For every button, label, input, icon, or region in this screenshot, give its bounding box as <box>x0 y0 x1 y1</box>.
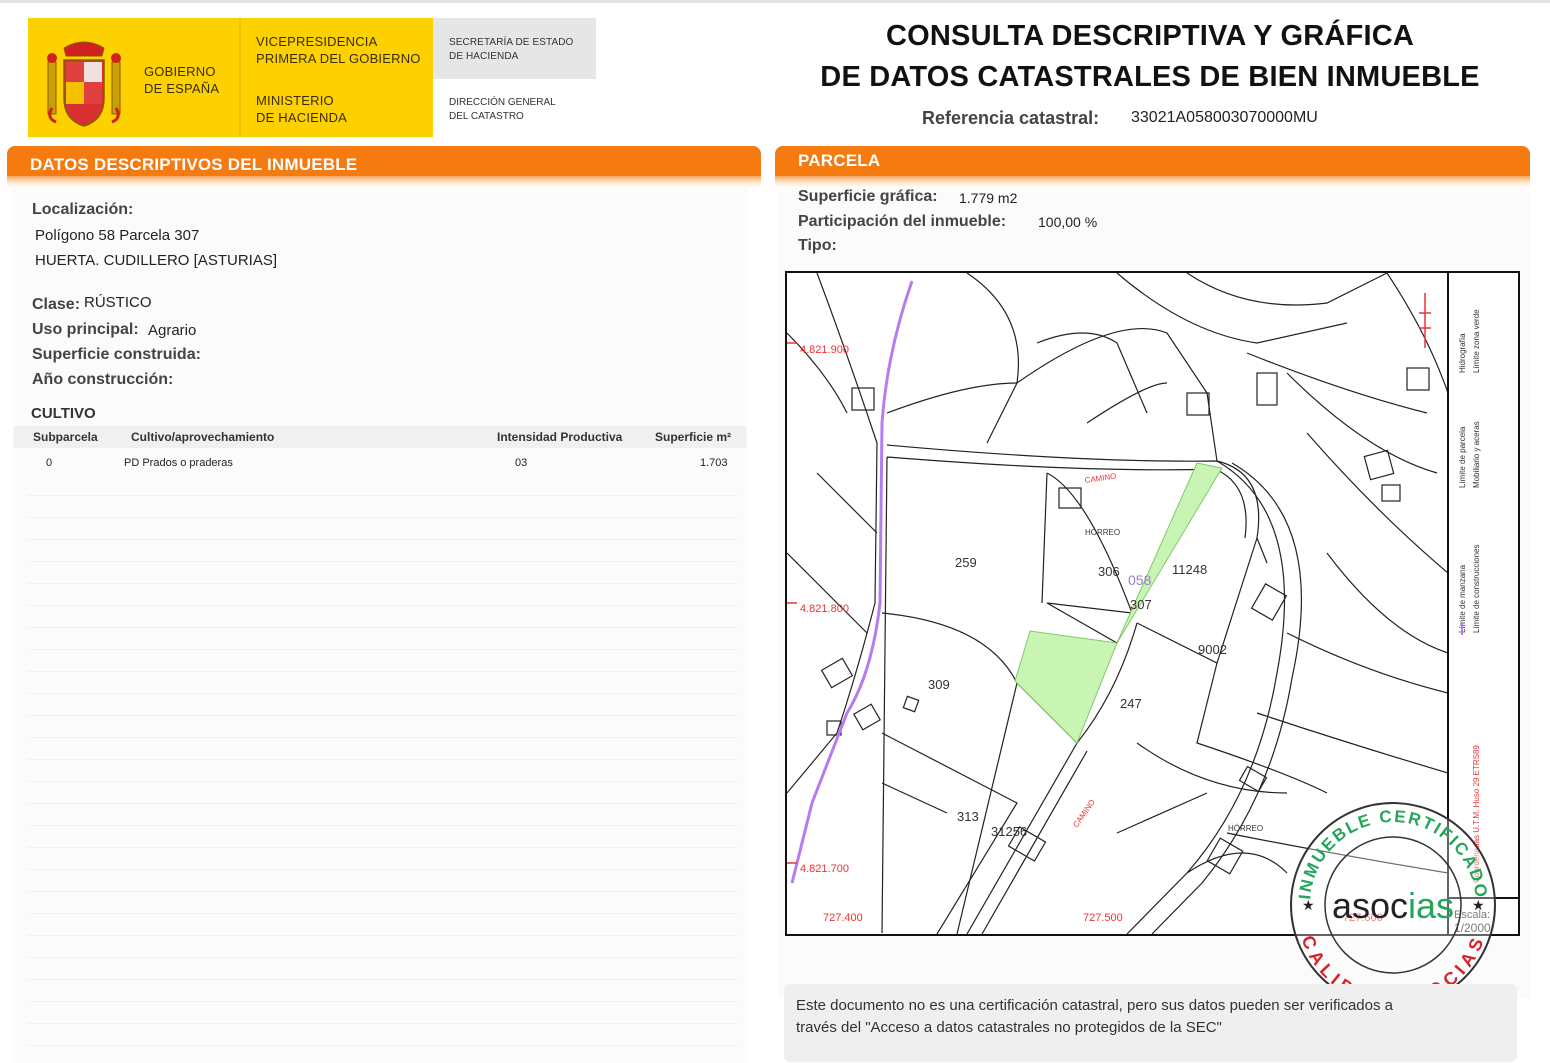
secretaria-block: SECRETARÍA DE ESTADO DE HACIENDA <box>433 18 596 79</box>
table-cell-cultivo: PD Prados o praderas <box>124 457 233 469</box>
camino-label: CAMINO <box>1071 798 1097 829</box>
parcel-label-poligono: 058 <box>1128 572 1152 588</box>
ano-construccion-label: Año construcción: <box>32 371 174 388</box>
gobierno-line-2: DE ESPAÑA <box>144 81 220 96</box>
descriptive-heading: DATOS DESCRIPTIVOS DEL INMUEBLE <box>30 155 358 174</box>
participacion-value: 100,00 % <box>1038 214 1098 230</box>
th-intensidad: Intensidad Productiva <box>497 430 623 444</box>
parcel-label: 313 <box>957 809 979 824</box>
page-title-line-1: CONSULTA DESCRIPTIVA Y GRÁFICA <box>885 20 1415 52</box>
gobierno-line-1: GOBIERNO <box>144 64 216 79</box>
superficie-grafica-label: Superficie gráfica: <box>798 188 938 205</box>
ref-catastral-label: Referencia catastral: <box>922 108 1100 128</box>
star-icon: ★ <box>1302 897 1315 913</box>
legend-item: Límite zona verde <box>1472 309 1481 373</box>
road-line <box>886 444 1268 564</box>
localizacion-line-2: HUERTA. CUDILLERO [ASTURIAS] <box>35 252 277 269</box>
parcela-heading: PARCELA <box>798 151 881 170</box>
uso-principal-value: Agrario <box>148 322 197 339</box>
participacion-label: Participación del inmueble: <box>798 213 1007 230</box>
parcel-label: 309 <box>928 677 950 692</box>
th-cultivo: Cultivo/aprovechamiento <box>131 430 275 444</box>
camino-label: CAMINO <box>1084 472 1117 485</box>
direccion-line-1: DIRECCIÓN GENERAL <box>449 97 556 108</box>
direccion-line-2: DEL CATASTRO <box>449 111 524 122</box>
legend-item: Mobiliario y aceras <box>1472 421 1481 488</box>
superficie-grafica-value: 1.779 m2 <box>959 190 1018 206</box>
secretaria-line-1: SECRETARÍA DE ESTADO <box>449 37 574 48</box>
tipo-label: Tipo: <box>798 237 837 254</box>
secretaria-line-2: DE HACIENDA <box>449 51 519 62</box>
parcel-label: 9002 <box>1198 642 1227 657</box>
coat-of-arms-icon <box>47 41 121 127</box>
legend-item: Límite de parcela <box>1458 426 1467 488</box>
ministerio-line-1: MINISTERIO <box>256 93 334 108</box>
parcela-header-bar <box>775 146 1530 188</box>
disclaimer-line-1: Este documento no es una certificación c… <box>796 997 1394 1014</box>
parcel-label: 306 <box>1098 564 1120 579</box>
coord-y2: 4.821.800 <box>800 603 849 615</box>
top-border <box>0 0 1550 3</box>
table-cell-subparcela: 0 <box>46 457 53 469</box>
ministerio-line-2: DE HACIENDA <box>256 110 348 125</box>
coord-x2: 727.500 <box>1083 912 1123 924</box>
parcel-label: 307 <box>1130 597 1152 612</box>
vicepresidencia-line-1: VICEPRESIDENCIA <box>256 34 378 49</box>
disclaimer-line-2: través del "Acceso a datos catastrales n… <box>796 1019 1222 1036</box>
legend-item: Límite de manzana <box>1458 564 1467 633</box>
table-cell-intensidad: 03 <box>515 457 528 469</box>
th-superficie: Superficie m² <box>655 430 732 444</box>
north-arrow-icon <box>1419 293 1431 348</box>
cultivo-heading: CULTIVO <box>31 405 96 422</box>
parcel-label: 11248 <box>1172 562 1207 577</box>
parcel-label: 31256 <box>991 824 1027 839</box>
localizacion-label: Localización: <box>32 201 134 218</box>
legend-item: Límite de construcciones <box>1472 545 1481 634</box>
uso-principal-label: Uso principal: <box>32 321 139 338</box>
coord-y3: 4.821.700 <box>800 863 849 875</box>
star-icon: ★ <box>1472 897 1485 913</box>
cultivo-table-header <box>14 426 746 448</box>
stamp-brand: asocias <box>1332 885 1454 926</box>
road-line <box>981 750 1088 934</box>
empty-table-rows <box>28 474 738 1054</box>
parcel-label: 259 <box>955 555 977 570</box>
certification-stamp: INMUEBLE CERTIFICADO CALIDAD ASOCIAS ★ ★… <box>1290 802 1496 1010</box>
clase-value: RÚSTICO <box>84 294 152 311</box>
page-title-line-2: DE DATOS CATASTRALES DE BIEN INMUEBLE <box>820 61 1480 93</box>
vicepresidencia-line-2: PRIMERA DEL GOBIERNO <box>256 51 421 66</box>
government-logo-block: GOBIERNO DE ESPAÑA VICEPRESIDENCIA PRIME… <box>28 18 433 137</box>
table-cell-superficie: 1.703 <box>700 457 728 469</box>
ref-catastral-value: 33021A058003070000MU <box>1131 109 1318 126</box>
coord-x1: 727.400 <box>823 912 863 924</box>
th-subparcela: Subparcela <box>33 430 98 444</box>
superficie-construida-label: Superficie construida: <box>32 346 201 363</box>
coord-y1: 4.821.900 <box>800 344 849 356</box>
legend-item: Hidrografía <box>1458 333 1467 373</box>
road-line <box>1126 460 1286 934</box>
horreo-label: HÓRREO <box>1085 528 1120 537</box>
logo-divider <box>239 18 241 137</box>
horreo-label: HÓRREO <box>1228 824 1263 833</box>
clase-label: Clase: <box>32 296 81 313</box>
parcel-label: 247 <box>1120 696 1142 711</box>
localizacion-line-1: Polígono 58 Parcela 307 <box>35 227 200 244</box>
